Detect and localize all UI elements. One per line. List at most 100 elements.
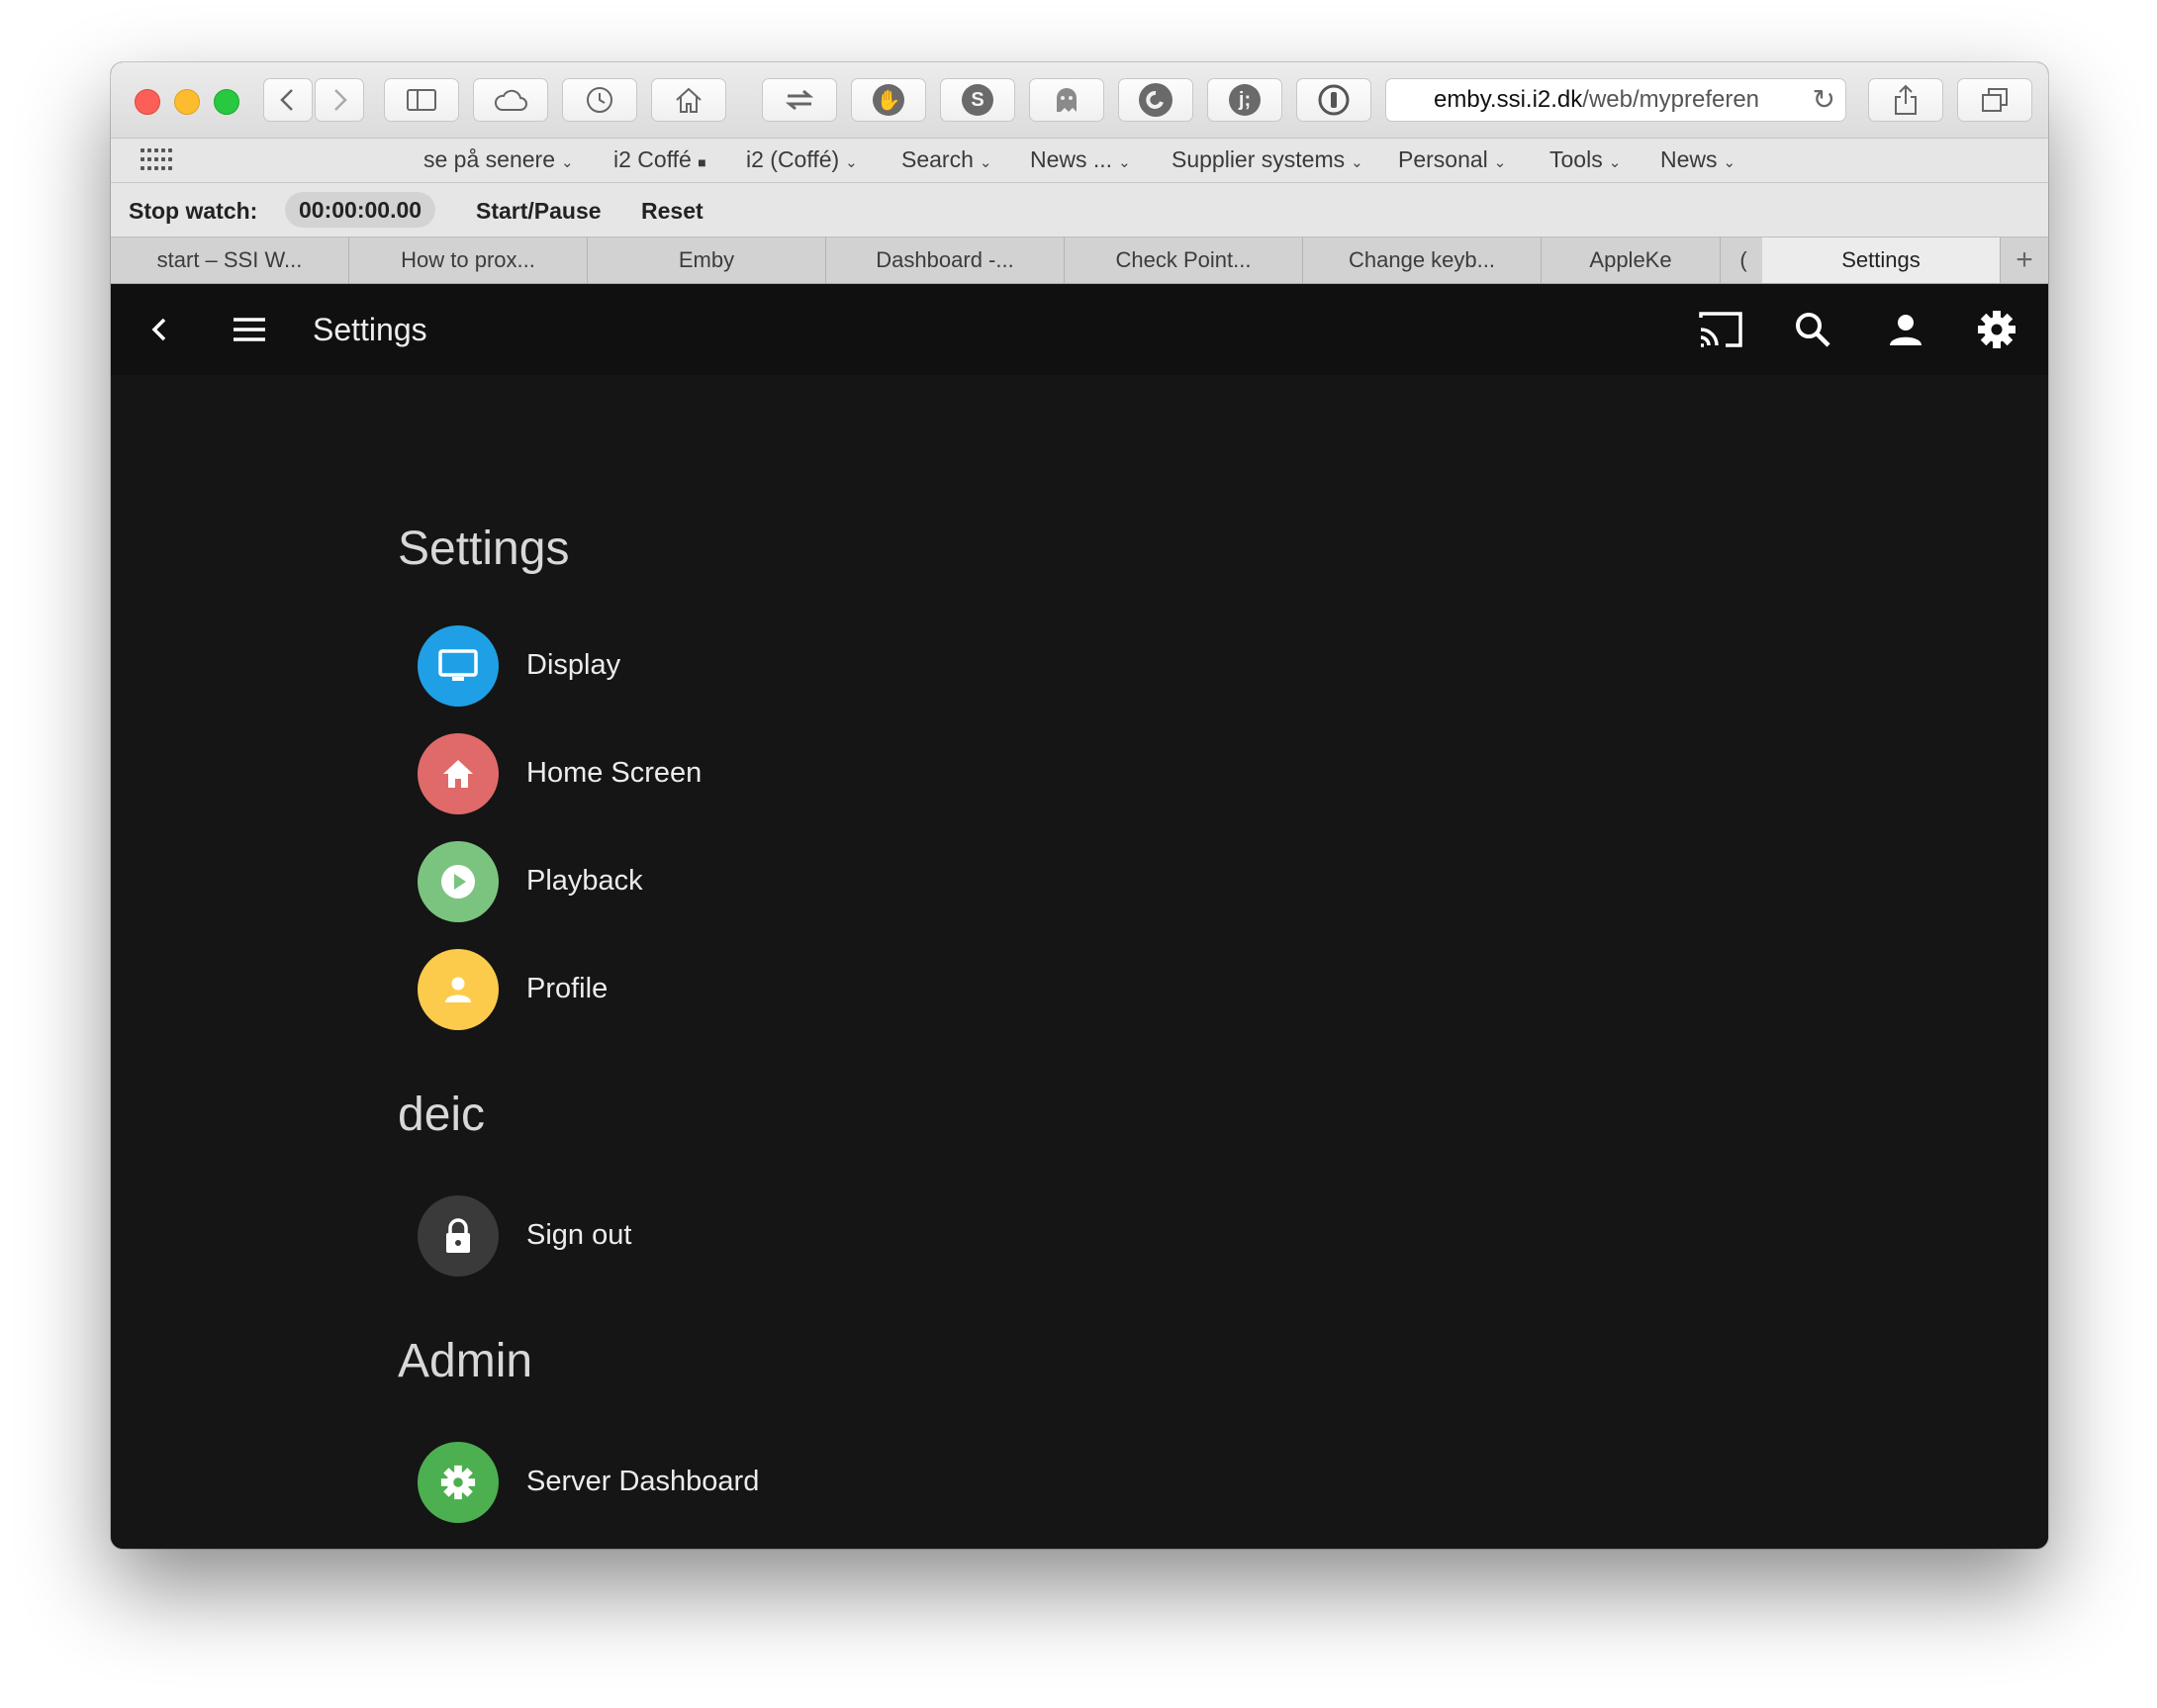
start-pause-button[interactable]: Start/Pause bbox=[476, 198, 602, 225]
forward-button[interactable] bbox=[315, 78, 364, 122]
play-icon bbox=[441, 865, 475, 899]
tab-start-ssi[interactable]: start – SSI W... bbox=[111, 237, 349, 283]
menu-item-sign-out[interactable]: Sign out bbox=[418, 1195, 1011, 1277]
playback-icon-circle bbox=[418, 841, 499, 922]
extension-switch-button[interactable] bbox=[762, 78, 837, 122]
app-header: Settings bbox=[111, 284, 2048, 375]
tab-how-to-prox[interactable]: How to prox... bbox=[349, 237, 588, 283]
menu-item-label: Display bbox=[526, 649, 621, 681]
back-button[interactable] bbox=[263, 78, 313, 122]
j-logo-icon: j; bbox=[1229, 84, 1261, 116]
share-button[interactable] bbox=[1868, 78, 1943, 122]
minimize-window-button[interactable] bbox=[174, 89, 200, 115]
house-icon bbox=[676, 87, 702, 113]
tab-collapsed[interactable]: ( bbox=[1721, 237, 1767, 283]
fav-label: i2 (Coffé) bbox=[746, 146, 840, 172]
favorites-bar: se på senere ⌄ i2 Coffé ■ i2 (Coffé) ⌄ Sea… bbox=[111, 139, 2048, 183]
fav-personal[interactable]: Personal ⌄ bbox=[1398, 146, 1506, 173]
tab-appleke[interactable]: AppleKe bbox=[1542, 237, 1721, 283]
chevron-down-icon: ⌄ bbox=[560, 154, 574, 171]
profile-icon-circle bbox=[418, 949, 499, 1030]
tabs-icon bbox=[1982, 88, 2008, 112]
history-button[interactable] bbox=[562, 78, 637, 122]
home-button[interactable] bbox=[651, 78, 726, 122]
display-icon-circle bbox=[418, 625, 499, 707]
page-title: Settings bbox=[313, 312, 427, 347]
reset-button[interactable]: Reset bbox=[641, 198, 703, 225]
chevron-down-icon: ⌄ bbox=[1608, 154, 1622, 171]
browser-window: ✋ S j; emby.ssi.i2.dk/web/mypreferen ↻ s… bbox=[111, 62, 2048, 1549]
user-icon[interactable] bbox=[1886, 310, 1925, 349]
sidebar-icon bbox=[407, 89, 436, 111]
cast-icon[interactable] bbox=[1698, 310, 1743, 349]
icloud-tabs-button[interactable] bbox=[473, 78, 548, 122]
chevron-right-icon bbox=[334, 89, 347, 111]
tab-check-point[interactable]: Check Point... bbox=[1065, 237, 1303, 283]
tab-emby[interactable]: Emby bbox=[588, 237, 826, 283]
menu-item-playback[interactable]: Playback bbox=[418, 841, 1011, 922]
fav-i2-coffe[interactable]: i2 Coffé ■ bbox=[613, 146, 706, 173]
lock-icon bbox=[446, 1218, 470, 1253]
grid-icon[interactable] bbox=[141, 148, 172, 172]
adblock-extension-button[interactable]: ✋ bbox=[851, 78, 926, 122]
settings-gear-icon[interactable] bbox=[1977, 310, 2016, 349]
fav-tools[interactable]: Tools ⌄ bbox=[1549, 146, 1621, 173]
menu-item-display[interactable]: Display bbox=[418, 625, 1011, 707]
menu-item-profile[interactable]: Profile bbox=[418, 949, 1011, 1030]
address-bar[interactable]: emby.ssi.i2.dk/web/mypreferen ↻ bbox=[1385, 78, 1846, 122]
fav-label: News ... bbox=[1030, 146, 1113, 172]
menu-item-server-dashboard[interactable]: Server Dashboard bbox=[418, 1442, 1011, 1523]
menu-icon[interactable] bbox=[230, 310, 269, 349]
reload-icon[interactable]: ↻ bbox=[1813, 83, 1835, 116]
password-manager-button[interactable] bbox=[1296, 78, 1371, 122]
share-icon bbox=[1895, 84, 1917, 115]
tab-change-keyb[interactable]: Change keyb... bbox=[1303, 237, 1542, 283]
tab-settings[interactable]: Settings bbox=[1762, 237, 2001, 283]
chevron-down-icon: ⌄ bbox=[1493, 154, 1507, 171]
arrows-icon bbox=[785, 89, 814, 111]
menu-item-label: Playback bbox=[526, 865, 643, 897]
fav-label: Search bbox=[901, 146, 974, 172]
menu-item-label: Profile bbox=[526, 973, 609, 1004]
sidebar-button[interactable] bbox=[384, 78, 459, 122]
back-arrow-icon[interactable] bbox=[141, 310, 180, 349]
section-title-admin: Admin bbox=[398, 1335, 533, 1387]
fav-label: i2 Coffé bbox=[613, 146, 692, 172]
home-icon bbox=[443, 760, 473, 788]
hand-stop-icon: ✋ bbox=[873, 84, 904, 116]
fav-label: News bbox=[1660, 146, 1718, 172]
s-logo-icon: S bbox=[962, 84, 993, 116]
fav-supplier-systems[interactable]: Supplier systems ⌄ bbox=[1172, 146, 1363, 173]
s-extension-button[interactable]: S bbox=[940, 78, 1015, 122]
fav-search[interactable]: Search ⌄ bbox=[901, 146, 991, 173]
zoom-window-button[interactable] bbox=[214, 89, 239, 115]
monitor-icon bbox=[438, 649, 478, 681]
fav-news[interactable]: News ⌄ bbox=[1660, 146, 1735, 173]
fav-i2-coffe-folder[interactable]: i2 (Coffé) ⌄ bbox=[746, 146, 858, 173]
menu-item-home-screen[interactable]: Home Screen bbox=[418, 733, 1011, 814]
clock-icon bbox=[587, 87, 612, 113]
square-icon: ■ bbox=[698, 154, 706, 170]
home-screen-icon-circle bbox=[418, 733, 499, 814]
ghost-icon bbox=[1057, 88, 1077, 112]
search-icon[interactable] bbox=[1793, 310, 1832, 349]
ghostery-extension-button[interactable] bbox=[1029, 78, 1104, 122]
fav-label: Personal bbox=[1398, 146, 1488, 172]
section-title-settings: Settings bbox=[398, 522, 570, 575]
cloud-icon bbox=[494, 89, 527, 111]
chevron-down-icon: ⌄ bbox=[1118, 154, 1131, 171]
close-window-button[interactable] bbox=[135, 89, 160, 115]
j-extension-button[interactable]: j; bbox=[1207, 78, 1282, 122]
fav-se-pa-senere[interactable]: se på senere ⌄ bbox=[423, 146, 574, 173]
fav-news-dots[interactable]: News ... ⌄ bbox=[1030, 146, 1131, 173]
chevron-down-icon: ⌄ bbox=[1351, 154, 1363, 171]
browser-toolbar: ✋ S j; emby.ssi.i2.dk/web/mypreferen ↻ bbox=[111, 62, 2048, 139]
sign-out-icon-circle bbox=[418, 1195, 499, 1277]
tab-dashboard[interactable]: Dashboard -... bbox=[826, 237, 1065, 283]
g-extension-button[interactable] bbox=[1118, 78, 1193, 122]
url-text: emby.ssi.i2.dk/web/mypreferen bbox=[1434, 86, 1800, 114]
fav-label: Tools bbox=[1549, 146, 1603, 172]
tab-bar: start – SSI W... How to prox... Emby Das… bbox=[111, 237, 2048, 284]
tab-overview-button[interactable] bbox=[1957, 78, 2032, 122]
new-tab-button[interactable]: + bbox=[2001, 237, 2048, 283]
